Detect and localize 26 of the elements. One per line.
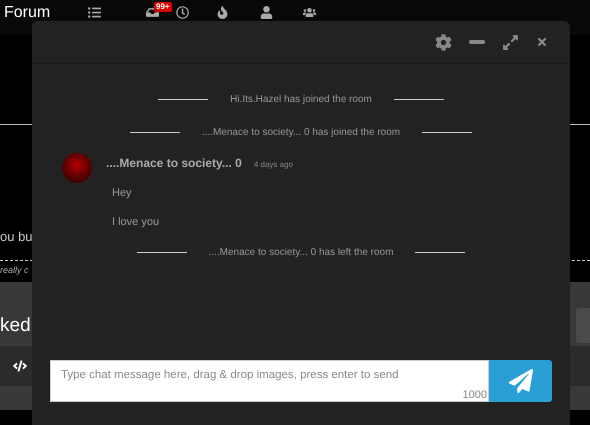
section-heading: ked	[0, 316, 31, 336]
settings-button[interactable]	[435, 34, 452, 50]
system-message: Hi.Its.Hazel has joined the room	[230, 94, 372, 105]
system-message: ....Menace to society... 0 has joined the room	[202, 127, 400, 138]
expand-button[interactable]	[502, 34, 519, 50]
send-button[interactable]	[489, 360, 552, 402]
character-counter: 1000	[462, 389, 487, 401]
minus-icon	[469, 40, 485, 44]
notification-badge: 99+	[154, 2, 172, 12]
message-author[interactable]: ....Menace to society... 0	[106, 156, 242, 170]
close-button[interactable]	[536, 36, 548, 48]
message-time: 4 days ago	[254, 160, 293, 169]
minimize-button[interactable]	[469, 40, 485, 44]
users-icon[interactable]	[303, 6, 316, 19]
list-icon[interactable]	[88, 6, 101, 19]
system-message: ....Menace to society... 0 has left the room	[208, 247, 394, 258]
clock-icon[interactable]	[176, 6, 189, 19]
forum-brand[interactable]: Forum	[4, 4, 74, 22]
post-text: ou bu	[0, 229, 33, 244]
code-button[interactable]	[13, 359, 27, 373]
message-text: I love you	[112, 216, 160, 228]
user-icon[interactable]	[260, 6, 273, 19]
flame-icon[interactable]	[216, 6, 229, 19]
message-text: Hey	[112, 187, 133, 199]
signature-text: really c	[0, 265, 29, 275]
paper-plane-icon	[508, 369, 532, 393]
